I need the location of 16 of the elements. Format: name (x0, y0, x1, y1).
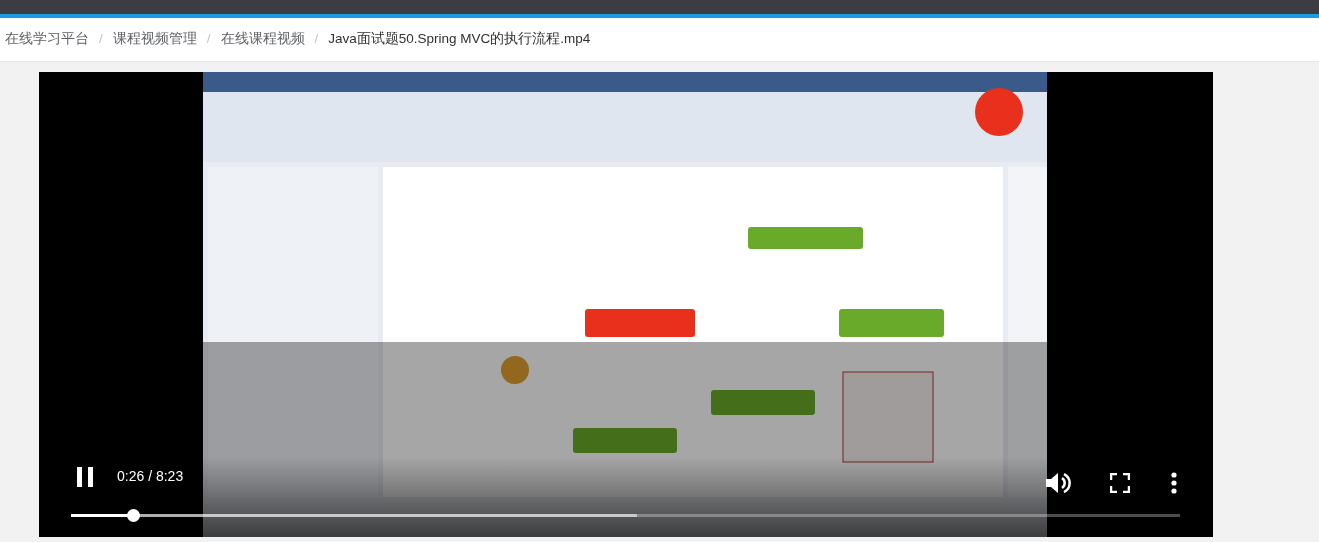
more-icon (1171, 472, 1177, 494)
breadcrumb-link[interactable]: 在线学习平台 (5, 29, 89, 50)
breadcrumb-link[interactable]: 课程视频管理 (112, 29, 197, 50)
volume-button[interactable] (1045, 470, 1071, 496)
breadcrumb-separator: / (206, 30, 211, 49)
breadcrumb-separator: / (99, 30, 103, 49)
speaker-icon (1045, 471, 1071, 495)
time-display: 0:26 / 8:23 (117, 467, 184, 486)
fullscreen-icon (1110, 473, 1130, 493)
more-button[interactable] (1169, 471, 1179, 495)
breadcrumb-link[interactable]: 在线课程视频 (220, 29, 305, 50)
breadcrumb-link[interactable]: Java面试题50.Spring MVC的执行流程.mp4 (328, 29, 591, 50)
pause-icon (76, 466, 94, 487)
breadcrumb-separator: / (314, 30, 319, 49)
progress-thumb[interactable] (127, 509, 141, 522)
fullscreen-button[interactable] (1109, 472, 1131, 494)
